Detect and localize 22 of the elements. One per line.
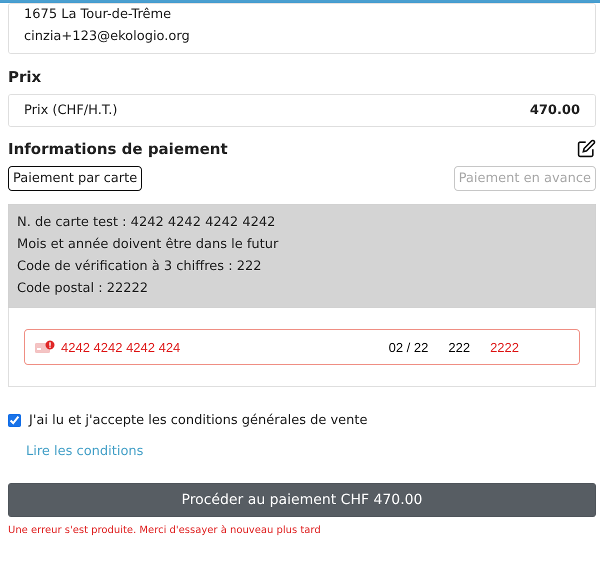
card-number: 4242 4242 4242 424 (61, 340, 182, 354)
card-error-icon (35, 340, 55, 354)
card-input-field[interactable]: 4242 4242 4242 424 02 / 22 222 2222 (24, 329, 580, 365)
section-heading: Informations de paiement (8, 140, 228, 158)
address-line: cinzia+123@ekologio.org (24, 28, 191, 46)
info-line: N. de carte test : 4242 4242 4242 4242 (17, 214, 276, 232)
pay-button[interactable]: Procéder au paiement CHF 470.00 (8, 483, 596, 517)
address-line: 1675 La Tour-de-Trême (24, 6, 172, 24)
terms-label: J'ai lu et j'accepte les conditions générales de vente (29, 413, 368, 428)
price-label: Prix (CHF/H.T.) (24, 103, 118, 118)
info-line: Code postal : 22222 (17, 280, 150, 298)
card-cvc: 222 (448, 340, 470, 354)
info-line: Mois et année doivent être dans le futur (17, 236, 280, 254)
price-value: 470.00 (530, 103, 580, 118)
edit-icon[interactable] (577, 139, 596, 158)
card-expiry: 02 / 22 (388, 340, 428, 354)
terms-checkbox[interactable] (8, 414, 21, 427)
payment-method-tab[interactable]: Paiement par carte (8, 166, 142, 191)
card-postal-code: 2222 (490, 340, 519, 354)
section-heading: Prix (8, 68, 42, 86)
error-message: Une erreur s'est produite. Merci d'essayer à nouveau plus tard (8, 525, 322, 536)
info-line: Code de vérification à 3 chiffres : 222 (17, 258, 263, 276)
